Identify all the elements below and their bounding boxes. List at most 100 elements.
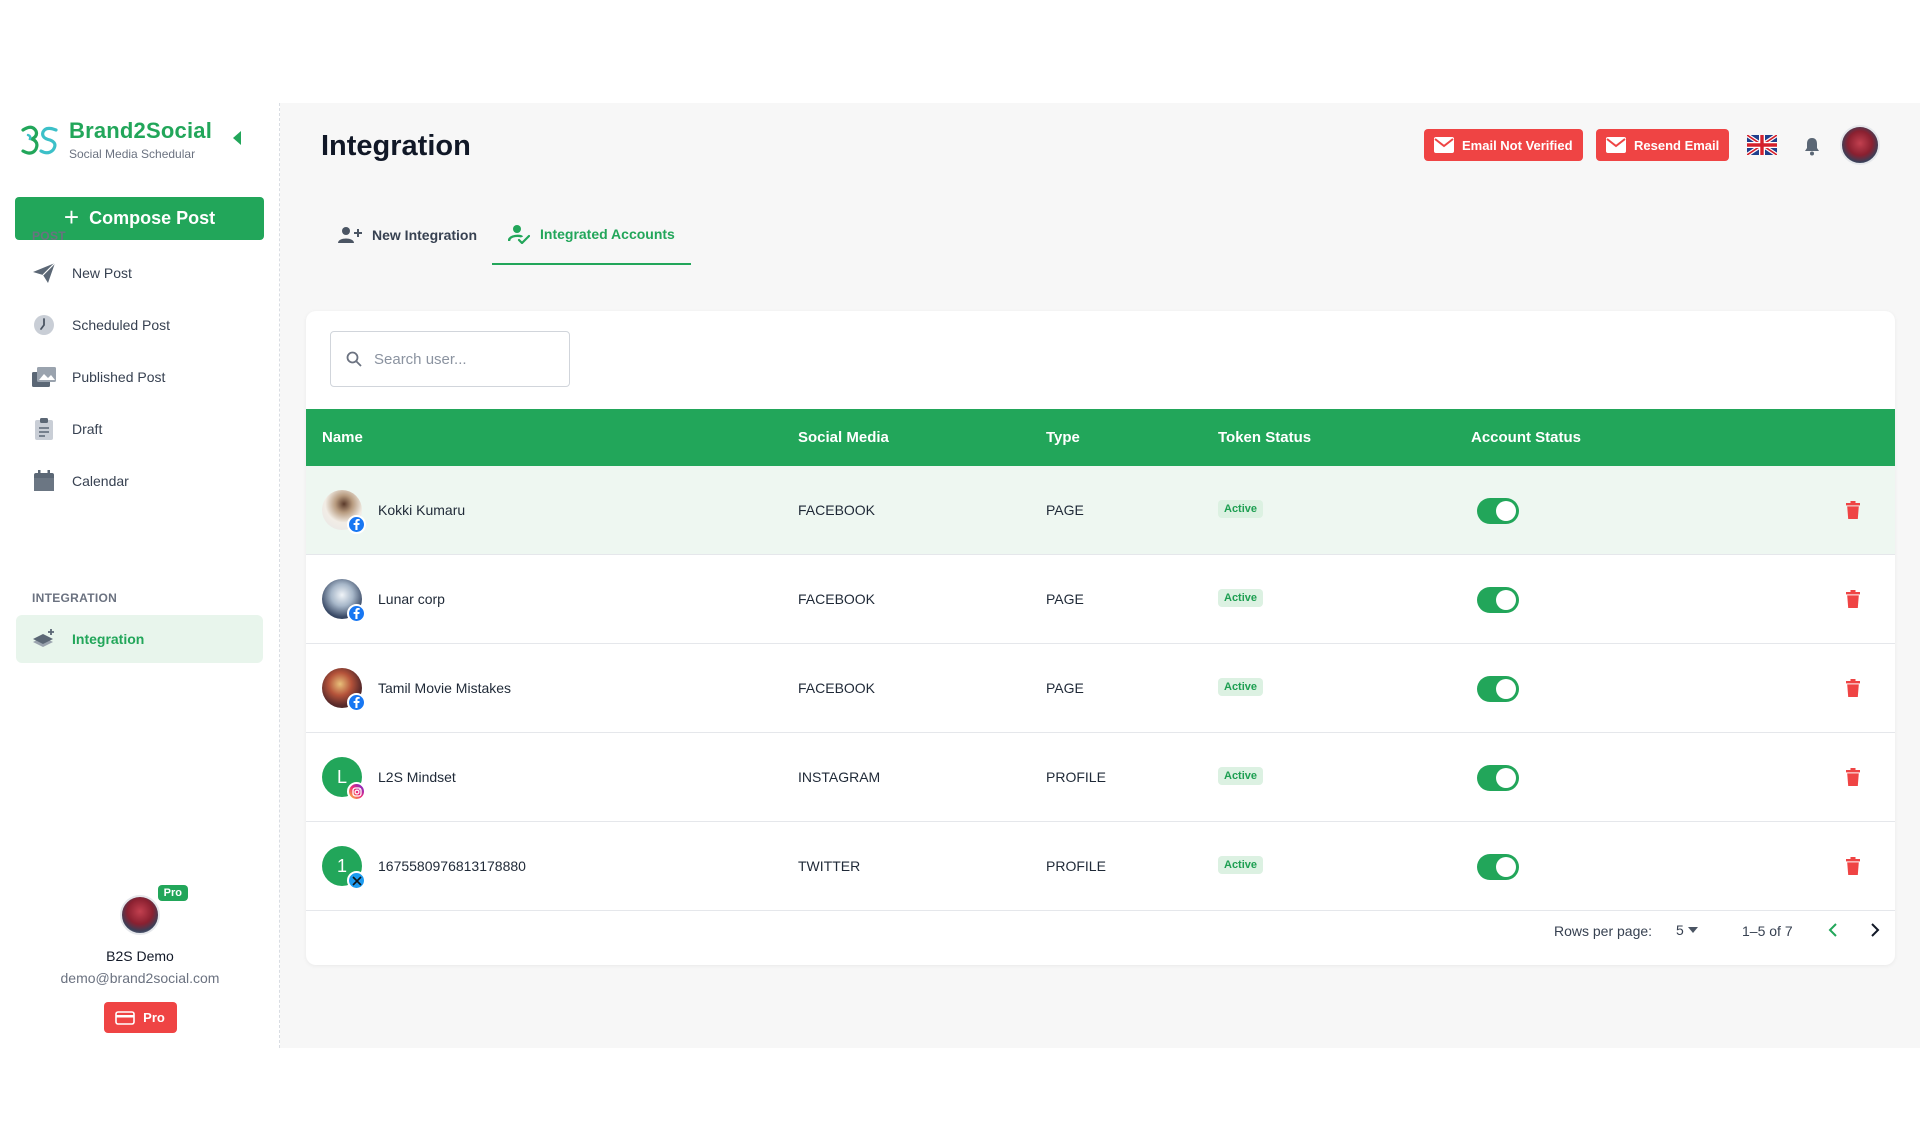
brand-name: Brand2Social [69,118,213,143]
person-check-icon [508,225,530,244]
brand[interactable]: Brand2Social Social Media Schedular [20,118,212,161]
tab-integrated-accounts[interactable]: Integrated Accounts [492,205,691,265]
search-input[interactable] [374,350,554,368]
delete-icon[interactable] [1846,501,1860,519]
profile-name: B2S Demo [106,948,174,964]
x-twitter-icon [347,871,366,890]
column-header-social-media[interactable]: Social Media [798,429,889,446]
notification-bell-icon[interactable] [1803,136,1821,156]
header-avatar[interactable] [1840,125,1880,165]
delete-icon[interactable] [1846,590,1860,608]
sidebar-item-draft[interactable]: Draft [16,405,263,453]
table-row[interactable]: Kokki Kumaru FACEBOOK PAGE Active [306,466,1895,555]
person-add-icon [338,227,362,243]
delete-icon[interactable] [1846,768,1860,786]
section-label-integration: INTEGRATION [32,591,118,605]
table-row[interactable]: Tamil Movie Mistakes FACEBOOK PAGE Activ… [306,644,1895,733]
user-profile: Pro B2S Demo demo@brand2social.com Pro [0,885,280,1033]
caret-down-icon [1687,927,1698,933]
type-value: PAGE [1046,591,1084,607]
sidebar-item-scheduled-post[interactable]: Scheduled Post [16,301,263,349]
table-row[interactable]: 1 1675580976813178880 TWITTER PROFILE Ac… [306,822,1895,911]
profile-email: demo@brand2social.com [60,970,220,986]
clipboard-icon [31,416,57,442]
mail-icon [1434,137,1454,153]
sidebar-item-new-post[interactable]: New Post [16,249,263,297]
column-header-name[interactable]: Name [322,429,363,446]
social-media-value: INSTAGRAM [798,769,881,785]
account-name: Tamil Movie Mistakes [378,680,512,696]
uk-flag-icon[interactable] [1747,135,1777,155]
plan-pro-button[interactable]: Pro [103,1002,177,1033]
brand-tagline: Social Media Schedular [69,147,196,161]
accounts-card: Name Social Media Type Token Status Acco… [306,311,1895,965]
sidebar-item-label: Calendar [72,473,129,489]
social-media-value: FACEBOOK [798,680,876,696]
sidebar-item-label: New Post [72,265,132,281]
facebook-icon [347,693,366,712]
chevron-right-icon[interactable] [1864,920,1884,940]
account-status-toggle[interactable] [1477,676,1519,702]
delete-icon[interactable] [1846,679,1860,697]
account-status-toggle[interactable] [1477,854,1519,880]
token-status-badge: Active [1218,678,1264,696]
table-row[interactable]: L L2S Mindset INSTAGRAM PROFILE Active [306,733,1895,822]
tab-label: Integrated Accounts [540,226,675,242]
chevron-left-icon[interactable] [1824,920,1844,940]
token-status-badge: Active [1218,500,1264,518]
type-value: PAGE [1046,502,1084,518]
plus-icon: + [63,202,80,232]
account-status-toggle[interactable] [1477,498,1519,524]
instagram-icon [347,782,366,801]
social-media-value: FACEBOOK [798,502,876,518]
sidebar-item-calendar[interactable]: Calendar [16,457,263,505]
tab-new-integration[interactable]: New Integration [322,205,493,265]
account-name: 1675580976813178880 [378,858,526,874]
social-media-value: FACEBOOK [798,591,876,607]
type-value: PROFILE [1046,769,1106,785]
page-title: Integration [321,130,471,162]
account-status-toggle[interactable] [1477,765,1519,791]
layers-plus-icon [31,626,57,652]
sidebar-item-label: Integration [72,631,145,647]
sidebar-item-published-post[interactable]: Published Post [16,353,263,401]
search-box[interactable] [330,331,570,387]
collapse-sidebar-icon[interactable] [230,129,244,147]
email-not-verified-label: Email Not Verified [1462,137,1573,153]
mail-icon [1606,137,1626,153]
section-label-post: POST [32,229,66,243]
social-media-value: TWITTER [798,858,861,874]
sidebar-item-label: Scheduled Post [72,317,171,333]
sidebar-item-label: Draft [72,421,103,437]
token-status-badge: Active [1218,856,1264,874]
rows-per-page-value: 5 [1676,922,1684,938]
facebook-icon [347,515,366,534]
search-icon [346,351,362,367]
account-name: L2S Mindset [378,769,456,785]
avatar[interactable]: Pro [120,885,188,935]
sidebar-item-integration[interactable]: Integration [16,615,263,663]
table-row[interactable]: Lunar corp FACEBOOK PAGE Active [306,555,1895,644]
facebook-icon [347,604,366,623]
token-status-badge: Active [1218,589,1264,607]
account-status-toggle[interactable] [1477,587,1519,613]
sidebar: Brand2Social Social Media Schedular + Co… [0,103,280,1048]
email-not-verified-button[interactable]: Email Not Verified [1424,129,1583,161]
compose-post-label: Compose Post [89,208,216,228]
table-header: Name Social Media Type Token Status Acco… [306,409,1895,466]
column-header-token-status[interactable]: Token Status [1218,429,1311,446]
token-status-badge: Active [1218,767,1264,785]
rows-per-page-select[interactable]: 5 [1676,922,1698,938]
send-icon [31,260,57,286]
resend-email-label: Resend Email [1634,137,1720,153]
column-header-type[interactable]: Type [1046,429,1080,446]
account-name: Kokki Kumaru [378,502,466,518]
calendar-icon [31,468,57,494]
tab-label: New Integration [372,227,478,243]
resend-email-button[interactable]: Resend Email [1596,129,1730,161]
column-header-account-status[interactable]: Account Status [1471,429,1581,446]
delete-icon[interactable] [1846,857,1860,875]
app-shell: Brand2Social Social Media Schedular + Co… [0,103,1920,1048]
brand-logo-icon [21,125,58,155]
credit-card-icon [115,1010,135,1025]
